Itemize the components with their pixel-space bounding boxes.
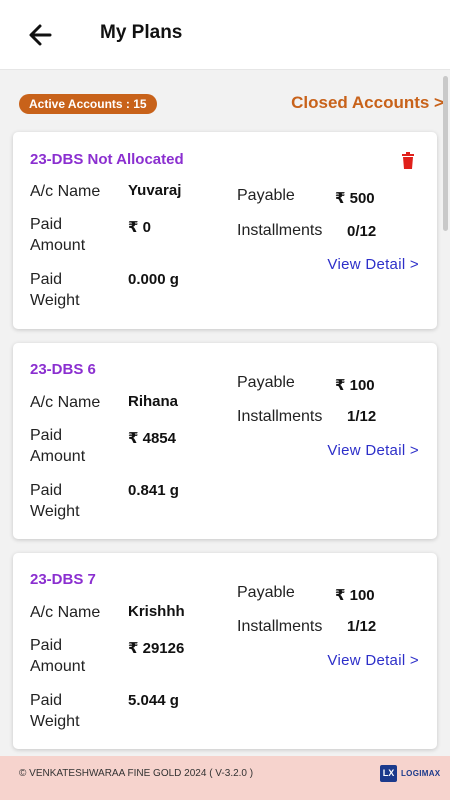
- view-detail-link[interactable]: View Detail >: [327, 256, 419, 273]
- paid-weight-value: 0.841 g: [128, 482, 179, 499]
- payable-label: Payable: [237, 584, 295, 601]
- payable-label: Payable: [237, 374, 295, 391]
- plan-card: 23-DBS Not Allocated A/c Name Yuvaraj Pa…: [13, 132, 437, 329]
- paid-weight-value: 5.044 g: [128, 692, 179, 709]
- delete-icon[interactable]: [401, 152, 415, 169]
- paid-amount-label: Paid Amount: [30, 427, 86, 465]
- back-arrow-icon[interactable]: [24, 20, 58, 50]
- scrollbar[interactable]: [443, 76, 448, 231]
- app-bar: My Plans: [0, 0, 450, 70]
- view-detail-link[interactable]: View Detail >: [327, 442, 419, 459]
- paid-weight-value: 0.000 g: [128, 271, 179, 288]
- plan-title: 23-DBS 6: [30, 361, 96, 378]
- paid-amount-value: ₹ 0: [128, 219, 151, 236]
- payable-value: ₹ 500: [335, 190, 375, 207]
- payable-value: ₹ 100: [335, 377, 375, 394]
- plan-title: 23-DBS Not Allocated: [30, 151, 184, 168]
- ac-name-label: A/c Name: [30, 183, 101, 200]
- copyright-text: © VENKATESHWARAA FINE GOLD 2024 ( V-3.2.…: [19, 768, 254, 779]
- installments-value: 1/12: [347, 618, 377, 635]
- view-detail-link[interactable]: View Detail >: [327, 652, 419, 669]
- ac-name-label: A/c Name: [30, 604, 101, 621]
- plan-title: 23-DBS 7: [30, 571, 96, 588]
- ac-name-value: Krishhh: [128, 603, 185, 620]
- installments-label: Installments: [237, 222, 323, 239]
- installments-label: Installments: [237, 618, 323, 635]
- plan-card: 23-DBS 6 A/c Name Rihana Paid Amount ₹ 4…: [13, 343, 437, 539]
- logo-mark: LX: [380, 765, 397, 782]
- installments-value: 0/12: [347, 223, 377, 240]
- paid-weight-label: Paid Weight: [30, 482, 80, 520]
- paid-amount-label: Paid Amount: [30, 637, 86, 675]
- footer: © VENKATESHWARAA FINE GOLD 2024 ( V-3.2.…: [0, 756, 450, 800]
- page-title: My Plans: [100, 22, 183, 43]
- closed-accounts-link[interactable]: Closed Accounts >: [291, 93, 444, 113]
- logo-text: LOGIMAX: [401, 769, 441, 778]
- paid-amount-value: ₹ 4854: [128, 430, 176, 447]
- payable-label: Payable: [237, 187, 295, 204]
- active-accounts-badge: Active Accounts : 15: [19, 94, 157, 114]
- payable-value: ₹ 100: [335, 587, 375, 604]
- paid-weight-label: Paid Weight: [30, 692, 80, 730]
- paid-amount-label: Paid Amount: [30, 216, 86, 254]
- installments-label: Installments: [237, 408, 323, 425]
- paid-amount-value: ₹ 29126: [128, 640, 185, 657]
- plan-card: 23-DBS 7 A/c Name Krishhh Paid Amount ₹ …: [13, 553, 437, 749]
- ac-name-label: A/c Name: [30, 394, 101, 411]
- paid-weight-label: Paid Weight: [30, 271, 80, 309]
- installments-value: 1/12: [347, 408, 377, 425]
- ac-name-value: Yuvaraj: [128, 182, 182, 199]
- ac-name-value: Rihana: [128, 393, 179, 410]
